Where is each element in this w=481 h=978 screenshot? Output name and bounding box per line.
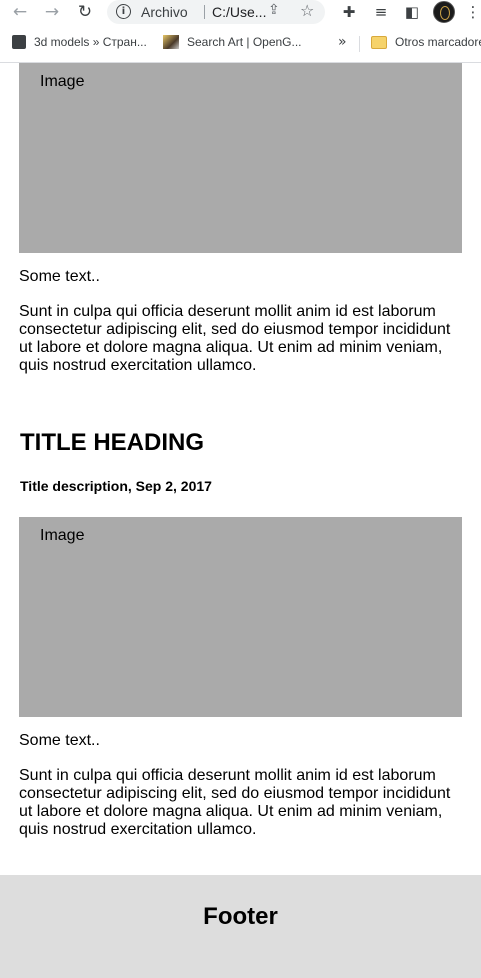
address-divider — [204, 5, 205, 19]
article-title: TITLE HEADING — [20, 429, 204, 456]
folder-icon — [371, 35, 387, 49]
share-icon[interactable]: ⇪ — [268, 2, 280, 18]
extensions-puzzle-icon[interactable]: ✚ — [337, 0, 361, 24]
caption-text: Some text.. — [19, 268, 100, 285]
bookmark-other-folder[interactable]: Otros marcadores — [371, 35, 481, 49]
info-icon[interactable]: i — [116, 4, 131, 19]
image-label: Image — [40, 73, 85, 90]
side-panel-icon[interactable]: ◧ — [400, 0, 424, 24]
address-url[interactable]: C:/Use... — [212, 4, 266, 20]
body-paragraph: Sunt in culpa qui officia deserunt molli… — [19, 303, 451, 374]
body-paragraph: Sunt in culpa qui officia deserunt molli… — [19, 767, 451, 838]
menu-kebab-icon[interactable]: ⋮ — [466, 0, 481, 24]
image-placeholder: Image — [19, 63, 462, 253]
bookmark-star-icon[interactable]: ☆ — [300, 1, 314, 20]
bookmarks-overflow-icon[interactable]: » — [338, 34, 347, 50]
page-viewport: Image Some text.. Sunt in culpa qui offi… — [0, 63, 481, 978]
address-bar[interactable]: i Archivo C:/Use... ⇪ ☆ — [107, 0, 325, 24]
browser-toolbar: ← → ↻ i Archivo C:/Use... ⇪ ☆ ✚ ≡ ◧ ⋮ — [0, 0, 481, 26]
bookmark-label: Otros marcadores — [395, 35, 481, 49]
back-arrow-icon[interactable]: ← — [9, 0, 31, 24]
article-description: Title description, Sep 2, 2017 — [20, 478, 212, 494]
bookmarks-bar: 3d models » Стран... Search Art | OpenG.… — [0, 31, 481, 57]
profile-avatar[interactable] — [433, 1, 455, 23]
bookmark-search-art[interactable]: Search Art | OpenG... — [163, 35, 302, 49]
address-scheme-label: Archivo — [141, 4, 188, 20]
bookmark-3d-models[interactable]: 3d models » Стран... — [12, 35, 147, 49]
media-queue-icon[interactable]: ≡ — [369, 0, 393, 24]
box-icon — [12, 35, 26, 49]
bookmark-label: 3d models » Стран... — [34, 35, 147, 49]
site-favicon-icon — [163, 35, 179, 49]
image-placeholder: Image — [19, 517, 462, 717]
reload-icon[interactable]: ↻ — [74, 0, 96, 24]
bookmark-label: Search Art | OpenG... — [187, 35, 302, 49]
page-footer: Footer — [0, 875, 481, 978]
footer-title: Footer — [203, 903, 278, 930]
forward-arrow-icon[interactable]: → — [41, 0, 63, 24]
caption-text: Some text.. — [19, 732, 100, 749]
bookmarks-divider — [359, 36, 360, 52]
image-label: Image — [40, 527, 85, 544]
